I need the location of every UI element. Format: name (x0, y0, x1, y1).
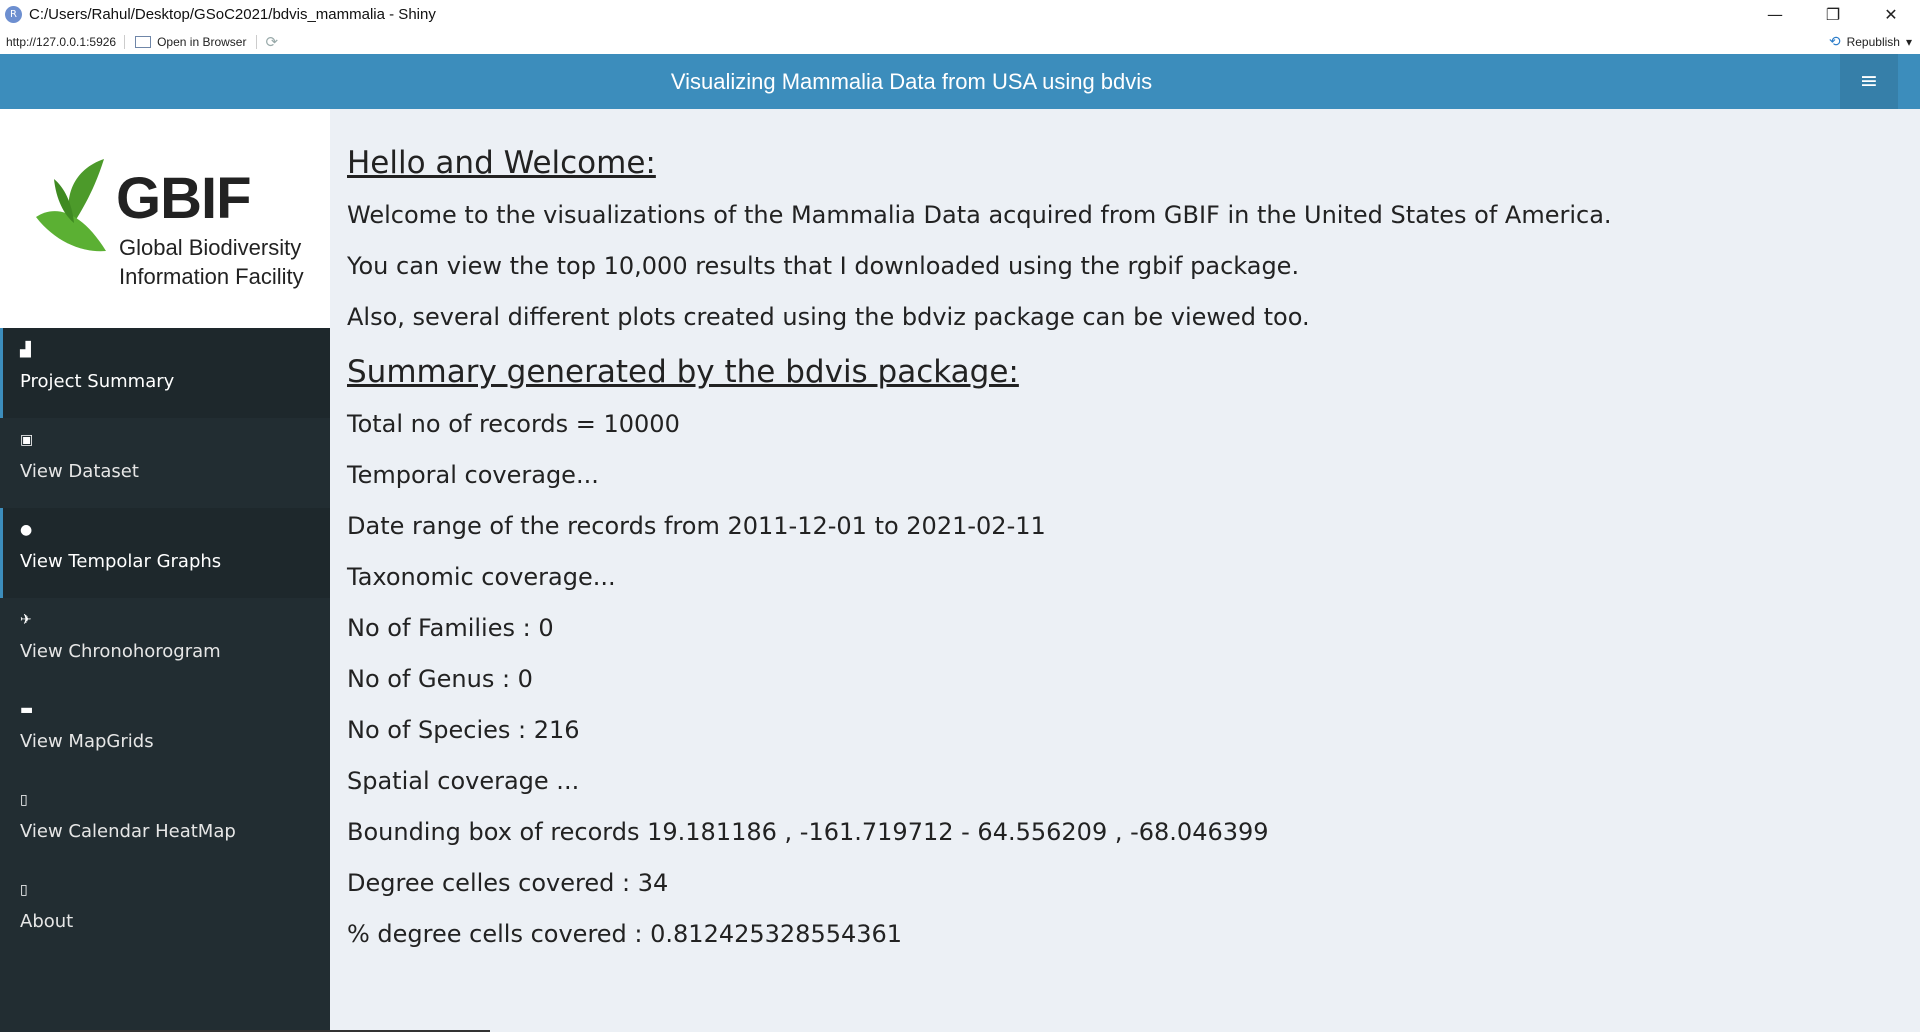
sidebar-item-label: View Calendar HeatMap (20, 821, 236, 842)
viewer-toolbar: http://127.0.0.1:5926 Open in Browser ⟳ … (0, 29, 1920, 55)
sidebar-item-view-calendar-heatmap[interactable]: ▯ View Calendar HeatMap (0, 778, 330, 868)
sidebar-item-about[interactable]: ▯ About (0, 868, 330, 958)
gbif-subtitle: Global Biodiversity Information Facility (119, 233, 304, 291)
browser-window-icon (135, 35, 152, 48)
app-title: Visualizing Mammalia Data from USA using… (670, 68, 1153, 94)
chart-icon: ▟ (20, 342, 31, 358)
sidebar-item-label: About (20, 911, 74, 932)
sidebar-item-view-chronohorogram[interactable]: ✈ View Chronohorogram (0, 598, 330, 688)
url-label: http://127.0.0.1:5926 (6, 34, 126, 49)
restore-button[interactable]: ❐ (1804, 0, 1862, 29)
summary-line: Degree celles covered : 34 (347, 869, 669, 897)
welcome-heading: Hello and Welcome: (347, 145, 656, 181)
globe-icon: ● (20, 522, 33, 538)
gbif-subtitle-line2: Information Facility (119, 264, 304, 289)
welcome-line: Welcome to the visualizations of the Mam… (347, 201, 1612, 229)
summary-line: No of Species : 216 (347, 716, 580, 744)
sidebar-item-label: View Tempolar Graphs (20, 551, 222, 572)
summary-line: Bounding box of records 19.181186 , -161… (347, 818, 1269, 846)
sidebar-item-label: View Dataset (20, 461, 139, 482)
summary-line: Total no of records = 10000 (347, 410, 680, 438)
window-title: C:/Users/Rahul/Desktop/GSoC2021/bdvis_ma… (29, 6, 436, 23)
id-card-icon: ▣ (20, 432, 34, 448)
sidebar-menu: ▟ Project Summary ▣ View Dataset ● View … (0, 328, 330, 958)
publish-icon: ⟲ (1828, 33, 1841, 49)
sidebar: GBIF Global Biodiversity Information Fac… (0, 109, 330, 1032)
chevron-down-icon: ▾ (1905, 34, 1912, 49)
minimize-button[interactable]: — (1746, 0, 1804, 29)
open-in-browser-label: Open in Browser (157, 34, 247, 49)
summary-line: Taxonomic coverage... (347, 563, 616, 591)
r-app-icon: R (5, 6, 22, 23)
hamburger-menu-icon[interactable]: ≡ (1840, 54, 1898, 109)
clipboard-icon: ▯ (20, 792, 28, 808)
summary-line: Date range of the records from 2011-12-0… (347, 512, 1046, 540)
gbif-logo: GBIF Global Biodiversity Information Fac… (0, 109, 330, 328)
sidebar-item-view-dataset[interactable]: ▣ View Dataset (0, 418, 330, 508)
welcome-line: You can view the top 10,000 results that… (347, 252, 1300, 280)
summary-line: % degree cells covered : 0.8124253285543… (347, 920, 903, 948)
refresh-icon[interactable]: ⟳ (265, 33, 278, 51)
summary-line: No of Genus : 0 (347, 665, 533, 693)
sidebar-item-label: View MapGrids (20, 731, 154, 752)
sidebar-item-project-summary[interactable]: ▟ Project Summary (0, 328, 330, 418)
summary-heading: Summary generated by the bdvis package: (347, 354, 1019, 390)
summary-line: No of Families : 0 (347, 614, 554, 642)
republish-button[interactable]: ⟲ Republish ▾ (1829, 33, 1912, 50)
window-titlebar: R C:/Users/Rahul/Desktop/GSoC2021/bdvis_… (0, 0, 1920, 29)
gbif-wordmark: GBIF (116, 166, 252, 231)
gbif-leaf-icon (36, 159, 106, 252)
clipboard-icon: ▯ (20, 882, 28, 898)
sidebar-item-view-tempolar-graphs[interactable]: ● View Tempolar Graphs (0, 508, 330, 598)
close-button[interactable]: ✕ (1862, 0, 1920, 29)
sidebar-item-label: View Chronohorogram (20, 641, 221, 662)
project-summary-panel: Hello and Welcome: Welcome to the visual… (347, 145, 1612, 971)
summary-line: Spatial coverage ... (347, 767, 580, 795)
window-controls: — ❐ ✕ (1746, 0, 1920, 29)
republish-label: Republish (1846, 34, 1900, 49)
graduation-cap-icon: ▬ (20, 702, 34, 718)
open-in-browser-button[interactable]: Open in Browser (135, 34, 258, 49)
summary-line: Temporal coverage... (347, 461, 599, 489)
rocket-icon: ✈ (20, 612, 32, 628)
app-header: Visualizing Mammalia Data from USA using… (0, 54, 1920, 109)
welcome-line: Also, several different plots created us… (347, 303, 1310, 331)
gbif-subtitle-line1: Global Biodiversity (119, 235, 302, 260)
main-content: Hello and Welcome: Welcome to the visual… (330, 109, 1920, 1032)
sidebar-item-view-mapgrids[interactable]: ▬ View MapGrids (0, 688, 330, 778)
sidebar-item-label: Project Summary (20, 371, 175, 392)
